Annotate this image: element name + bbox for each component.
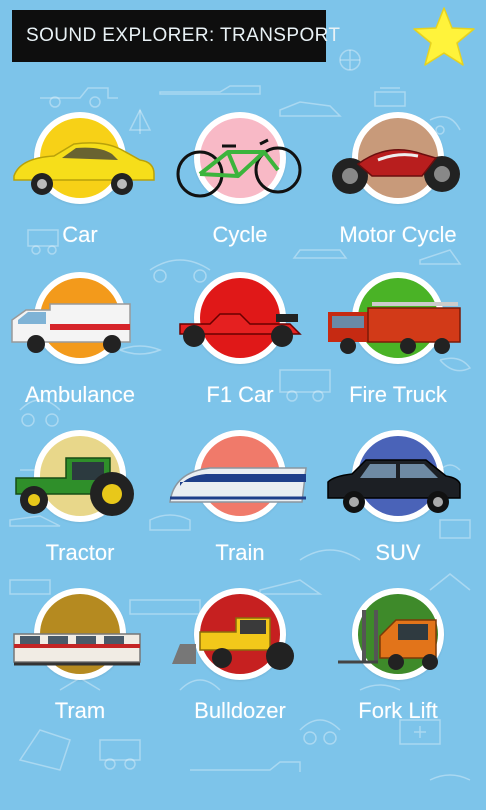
vehicle-label: Train (215, 540, 265, 565)
vehicle-label: Cycle (212, 222, 268, 247)
f1-car-icon (160, 290, 320, 360)
vehicle-label: Fire Truck (349, 382, 447, 407)
suv-icon (318, 448, 478, 518)
forklift-icon (318, 606, 478, 676)
vehicle-tile-ambulance[interactable]: Ambulance (0, 272, 160, 422)
vehicle-tile-tractor[interactable]: Tractor (0, 430, 160, 580)
train-icon (160, 448, 320, 518)
vehicle-tile-fork-lift[interactable]: Fork Lift (318, 588, 478, 738)
vehicle-label: F1 Car (206, 382, 274, 407)
vehicle-tile-bulldozer[interactable]: Bulldozer (160, 588, 320, 738)
tractor-icon (0, 448, 160, 518)
vehicle-tile-fire-truck[interactable]: Fire Truck (318, 272, 478, 422)
fire-truck-icon (318, 290, 478, 360)
vehicle-label: Ambulance (24, 382, 136, 407)
vehicle-label: Fork Lift (358, 698, 438, 723)
vehicle-label: Motor Cycle (339, 222, 457, 247)
app-title: SOUND EXPLORER: TRANSPORT (12, 10, 340, 62)
ambulance-icon (0, 290, 160, 360)
bulldozer-icon (160, 606, 320, 676)
vehicle-label: SUV (375, 540, 421, 565)
motorcycle-icon (318, 130, 478, 200)
vehicle-tile-suv[interactable]: SUV (318, 430, 478, 580)
vehicle-tile-motor-cycle[interactable]: Motor Cycle (318, 112, 478, 262)
vehicle-label: Tractor (45, 540, 115, 565)
vehicle-label: Car (62, 222, 98, 247)
vehicle-tile-train[interactable]: Train (160, 430, 320, 580)
car-icon (0, 130, 160, 200)
star-icon (413, 7, 475, 66)
vehicle-tile-cycle[interactable]: Cycle (160, 112, 320, 262)
bicycle-icon (160, 130, 320, 200)
vehicle-tile-f1-car[interactable]: F1 Car (160, 272, 320, 422)
favorites-button[interactable] (412, 6, 476, 68)
vehicle-label: Tram (54, 698, 106, 723)
tram-icon (0, 606, 160, 676)
vehicle-label: Bulldozer (194, 698, 286, 723)
vehicle-tile-tram[interactable]: Tram (0, 588, 160, 738)
vehicle-tile-car[interactable]: Car (0, 112, 160, 262)
